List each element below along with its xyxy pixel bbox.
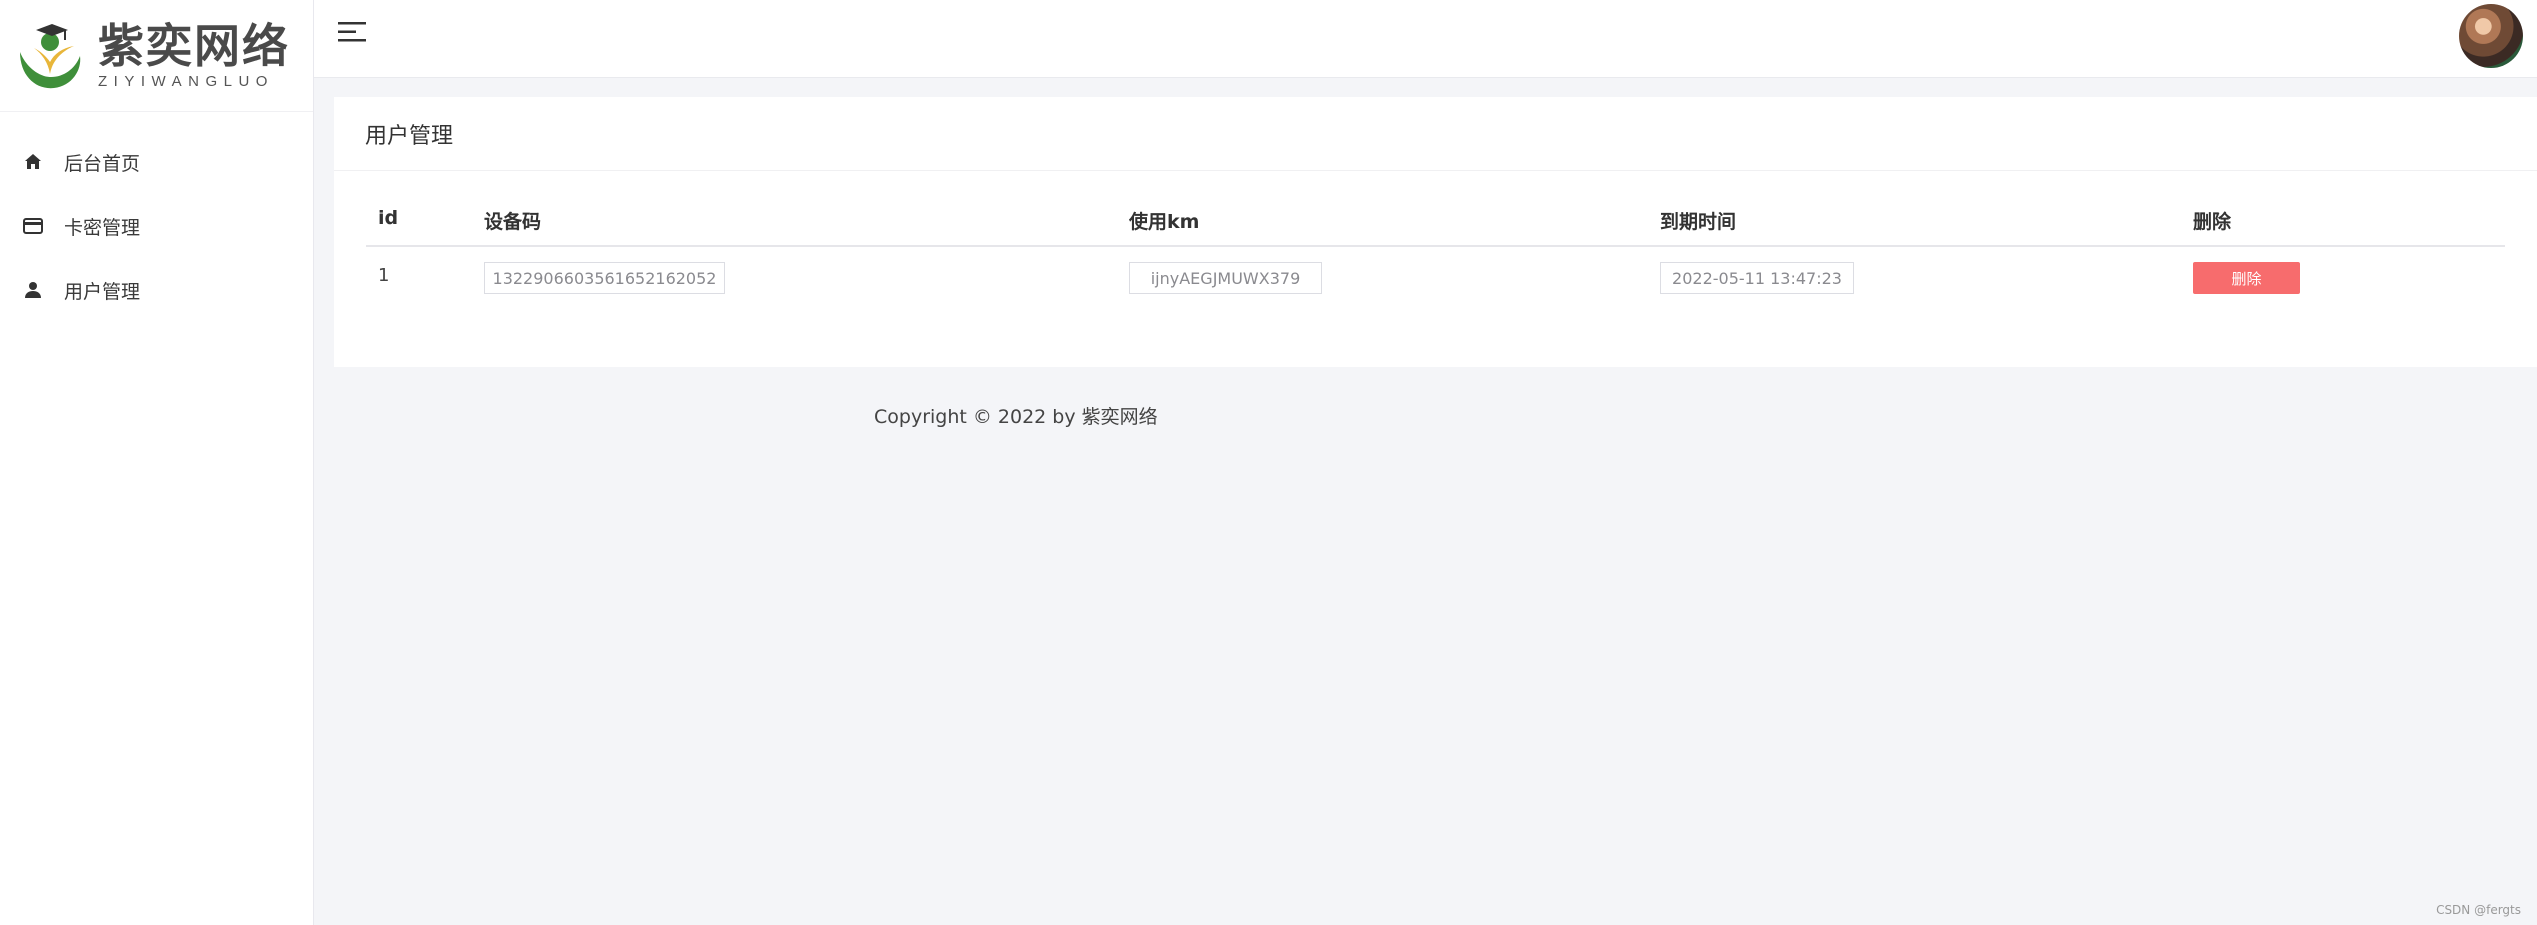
watermark: CSDN @fergts (2436, 903, 2521, 917)
column-header-id: id (378, 207, 399, 229)
sidebar-nav: 后台首页 卡密管理 用户管理 (0, 130, 313, 322)
table-header: id 设备码 使用km 到期时间 删除 (366, 197, 2505, 247)
sidebar: 紫奕网络 ZIYIWANGLUO 后台首页 卡密管理 用户管理 (0, 0, 314, 925)
column-header-delete: 删除 (2193, 211, 2232, 233)
sidebar-item-card-management[interactable]: 卡密管理 (0, 194, 313, 258)
sidebar-item-label: 卡密管理 (64, 216, 141, 239)
row-id: 1 (378, 265, 390, 286)
card-icon (22, 215, 44, 237)
brand-title: 紫奕网络 (98, 19, 290, 73)
hamburger-menu-icon[interactable] (338, 20, 366, 44)
sidebar-item-label: 后台首页 (64, 152, 141, 175)
sidebar-item-user-management[interactable]: 用户管理 (0, 258, 313, 322)
column-header-device-code: 设备码 (484, 211, 542, 233)
column-header-expires: 到期时间 (1660, 211, 1737, 233)
user-management-card: 用户管理 id 设备码 使用km 到期时间 删除 1 1322906603561… (334, 97, 2537, 367)
sidebar-item-dashboard[interactable]: 后台首页 (0, 130, 313, 194)
table-row: 1 1322906603561652162052 ijnyAEGJMUWX379… (366, 247, 2505, 311)
logo-icon (14, 18, 90, 94)
device-code-field[interactable]: 1322906603561652162052 (484, 262, 725, 294)
user-table: id 设备码 使用km 到期时间 删除 1 132290660356165216… (366, 197, 2505, 311)
user-avatar[interactable] (2459, 4, 2523, 68)
home-icon (22, 151, 44, 173)
footer-copyright: Copyright © 2022 by 紫奕网络 (874, 406, 1158, 428)
card-header: 用户管理 (334, 97, 2537, 171)
km-field[interactable]: ijnyAEGJMUWX379 (1129, 262, 1322, 294)
column-header-km: 使用km (1129, 211, 1200, 233)
user-icon (22, 279, 44, 301)
sidebar-item-label: 用户管理 (64, 280, 141, 303)
page-title: 用户管理 (365, 123, 454, 149)
brand-logo[interactable]: 紫奕网络 ZIYIWANGLUO (0, 0, 313, 112)
delete-button[interactable]: 删除 (2193, 262, 2300, 294)
expires-field[interactable]: 2022-05-11 13:47:23 (1660, 262, 1854, 294)
brand-subtitle: ZIYIWANGLUO (98, 73, 274, 90)
top-header (314, 0, 2537, 78)
